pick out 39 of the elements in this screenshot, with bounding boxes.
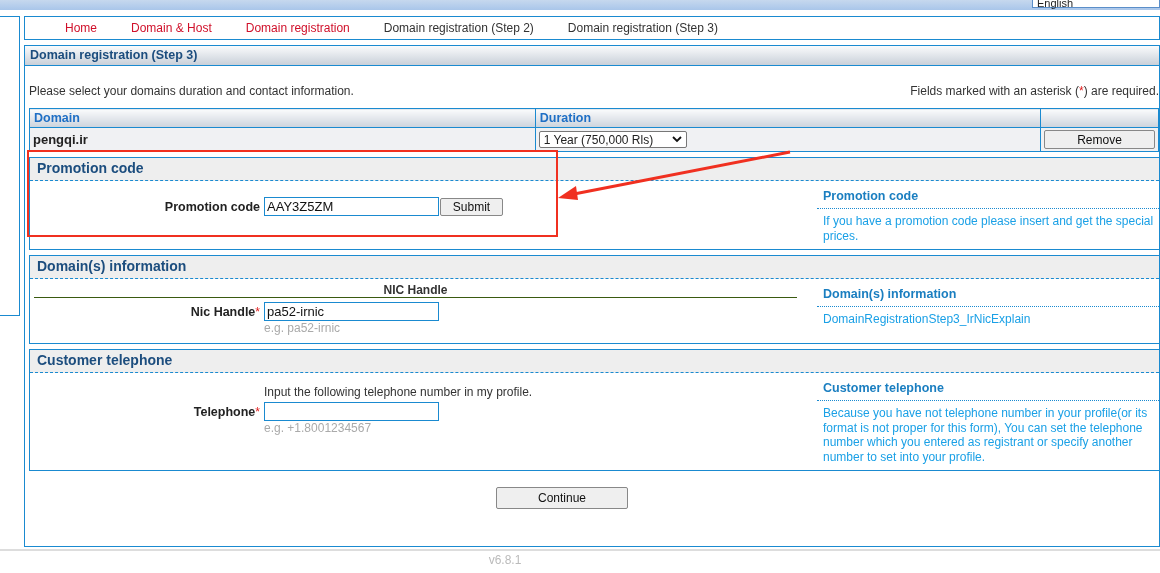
help-text: If you have a promotion code please insert and get the special prices. [823, 214, 1155, 243]
breadcrumb-link[interactable]: Home [65, 21, 97, 35]
required-note: Fields marked with an asterisk (*) are required. [910, 84, 1159, 98]
remove-button[interactable]: Remove [1044, 130, 1155, 149]
input-field[interactable]: AAY3Z5ZM [264, 197, 439, 216]
section-title: Domain(s) information [30, 256, 1159, 279]
input-field[interactable]: pa52-irnic [264, 302, 439, 321]
breadcrumb-link[interactable]: Domain registration (Step 2) [383, 21, 534, 35]
submit-button[interactable]: Submit [440, 197, 503, 216]
breadcrumb-link[interactable]: Domain registration (Step 3) [567, 21, 718, 35]
version-text: v6.8.1 [488, 553, 522, 567]
intro-text: Please select your domains duration and contact information. [29, 84, 354, 98]
domain-cell: pengqi.ir [29, 127, 536, 152]
column-header: Domain [29, 108, 536, 128]
subheading: NIC Handle [34, 283, 797, 298]
panel-title: Domain registration (Step 3) [25, 46, 1159, 66]
breadcrumb-link[interactable]: Domain & Host [131, 21, 212, 35]
field-label: Promotion code [164, 199, 260, 214]
duration-select[interactable]: 1 Year (750,000 Rls) [538, 131, 687, 148]
instruction-text: Input the following telephone number in my profile. [264, 385, 534, 399]
field-label: Telephone [193, 404, 256, 419]
hint-text: e.g. +1.8001234567 [264, 421, 373, 435]
help-text: DomainRegistrationStep3_IrNicExplain [823, 312, 1032, 327]
section-title: Promotion code [30, 158, 1159, 181]
field-label: Nic Handle [190, 304, 256, 319]
column-header: Duration [535, 108, 1041, 128]
breadcrumb-link[interactable]: Domain registration [245, 21, 350, 35]
help-title: Promotion code [817, 189, 1159, 209]
required-asterisk: * [255, 404, 260, 419]
help-text: Because you have not telephone number in your profile(or its format is not proper for this form), You can set the telephone number which you entered as registrant or specify another number to set into your profile. [823, 406, 1149, 464]
help-title: Customer telephone [817, 381, 1159, 401]
section-title: Customer telephone [30, 350, 1159, 373]
input-field[interactable] [264, 402, 439, 421]
required-asterisk: * [255, 304, 260, 319]
hint-text: e.g. pa52-irnic [264, 321, 342, 335]
chevron-down-icon [671, 136, 682, 143]
continue-button[interactable]: Continue [496, 487, 628, 509]
language-select[interactable]: English [1032, 0, 1160, 8]
help-title: Domain(s) information [817, 287, 1159, 307]
